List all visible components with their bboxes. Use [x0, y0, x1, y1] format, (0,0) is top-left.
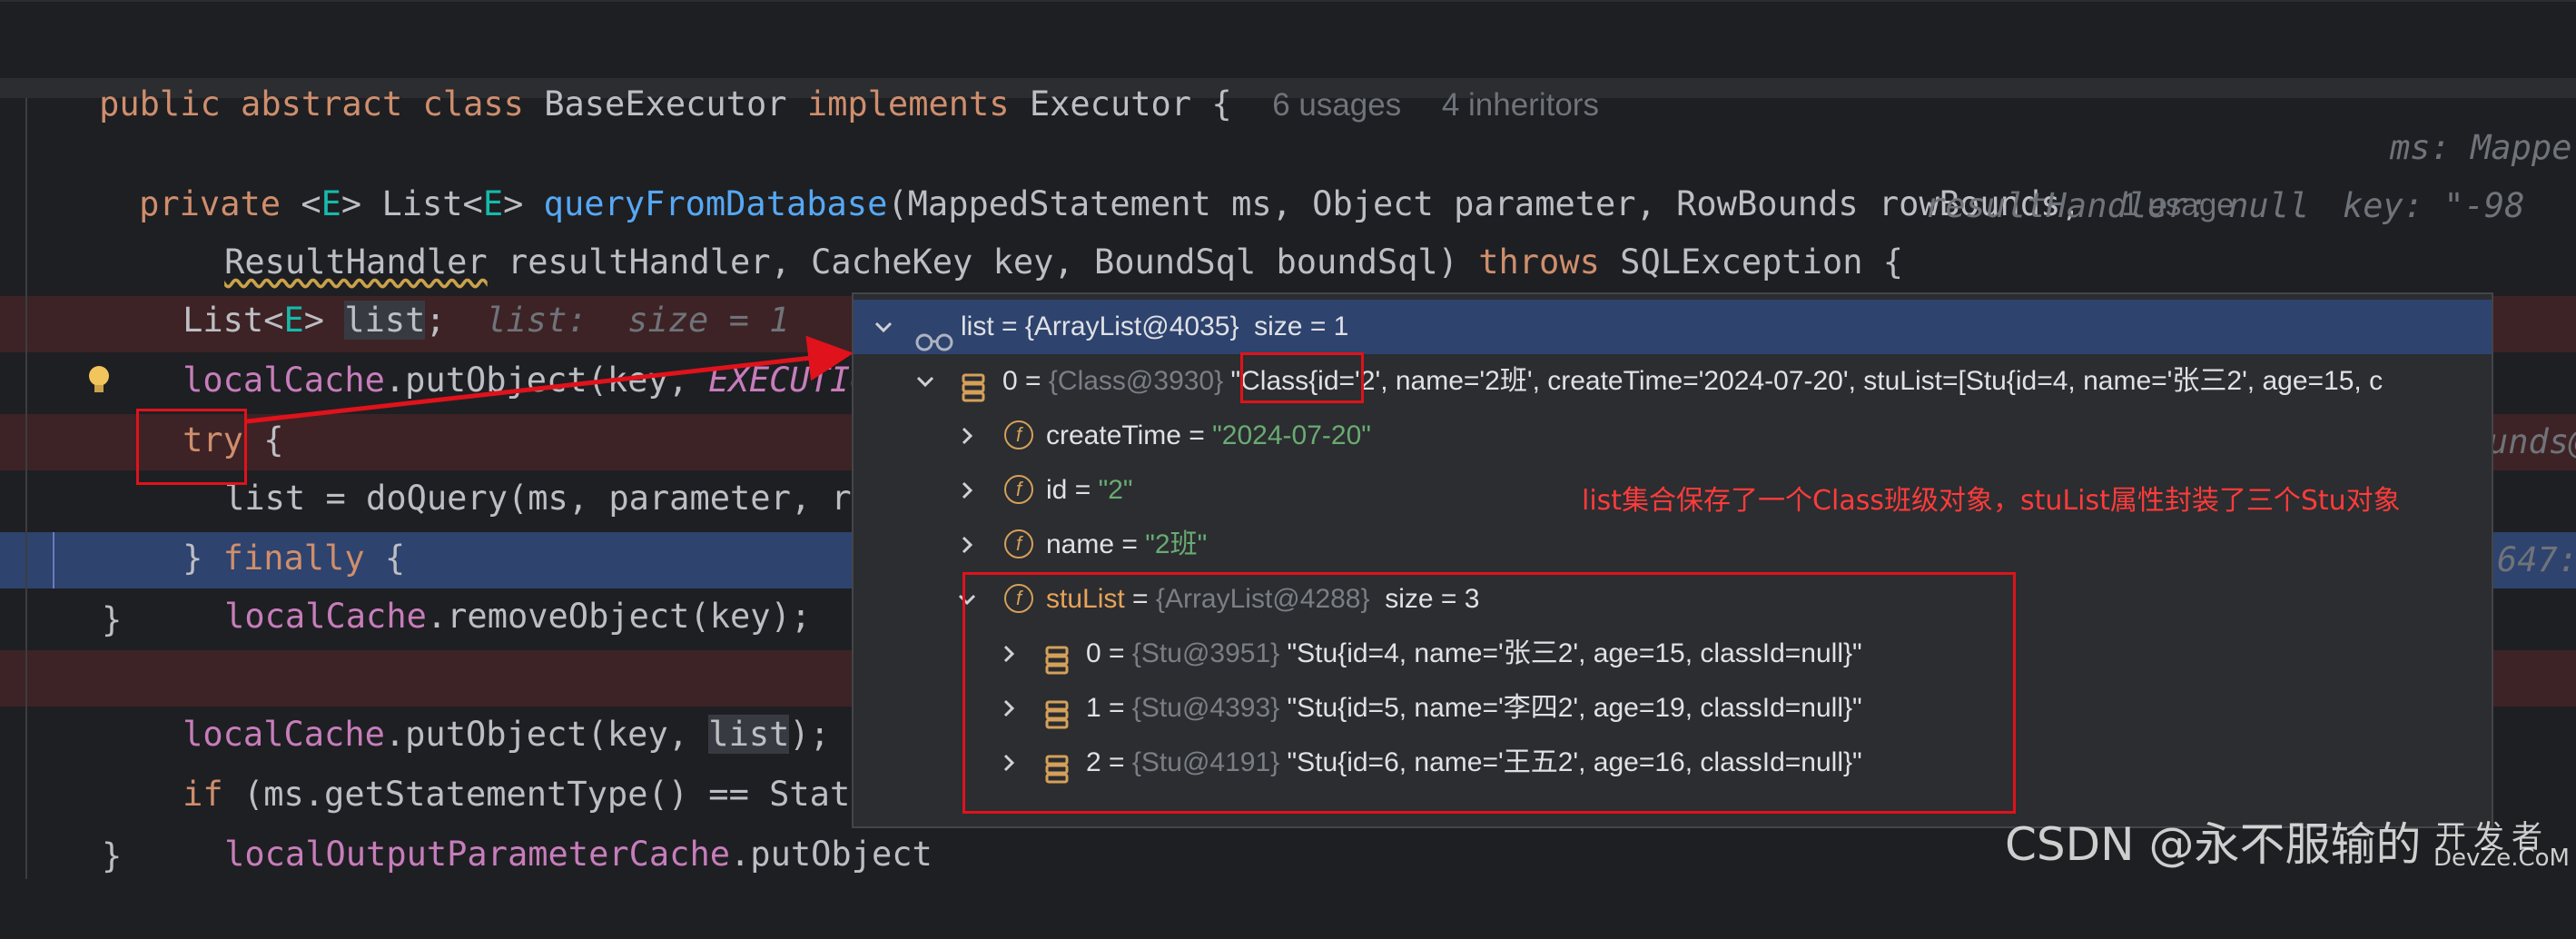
- csdn-watermark: CSDN @永不服输的: [2005, 818, 2422, 871]
- devze-watermark-bottom: DevZe.CoM: [2433, 845, 2570, 872]
- annotation-arrow: [246, 335, 854, 424]
